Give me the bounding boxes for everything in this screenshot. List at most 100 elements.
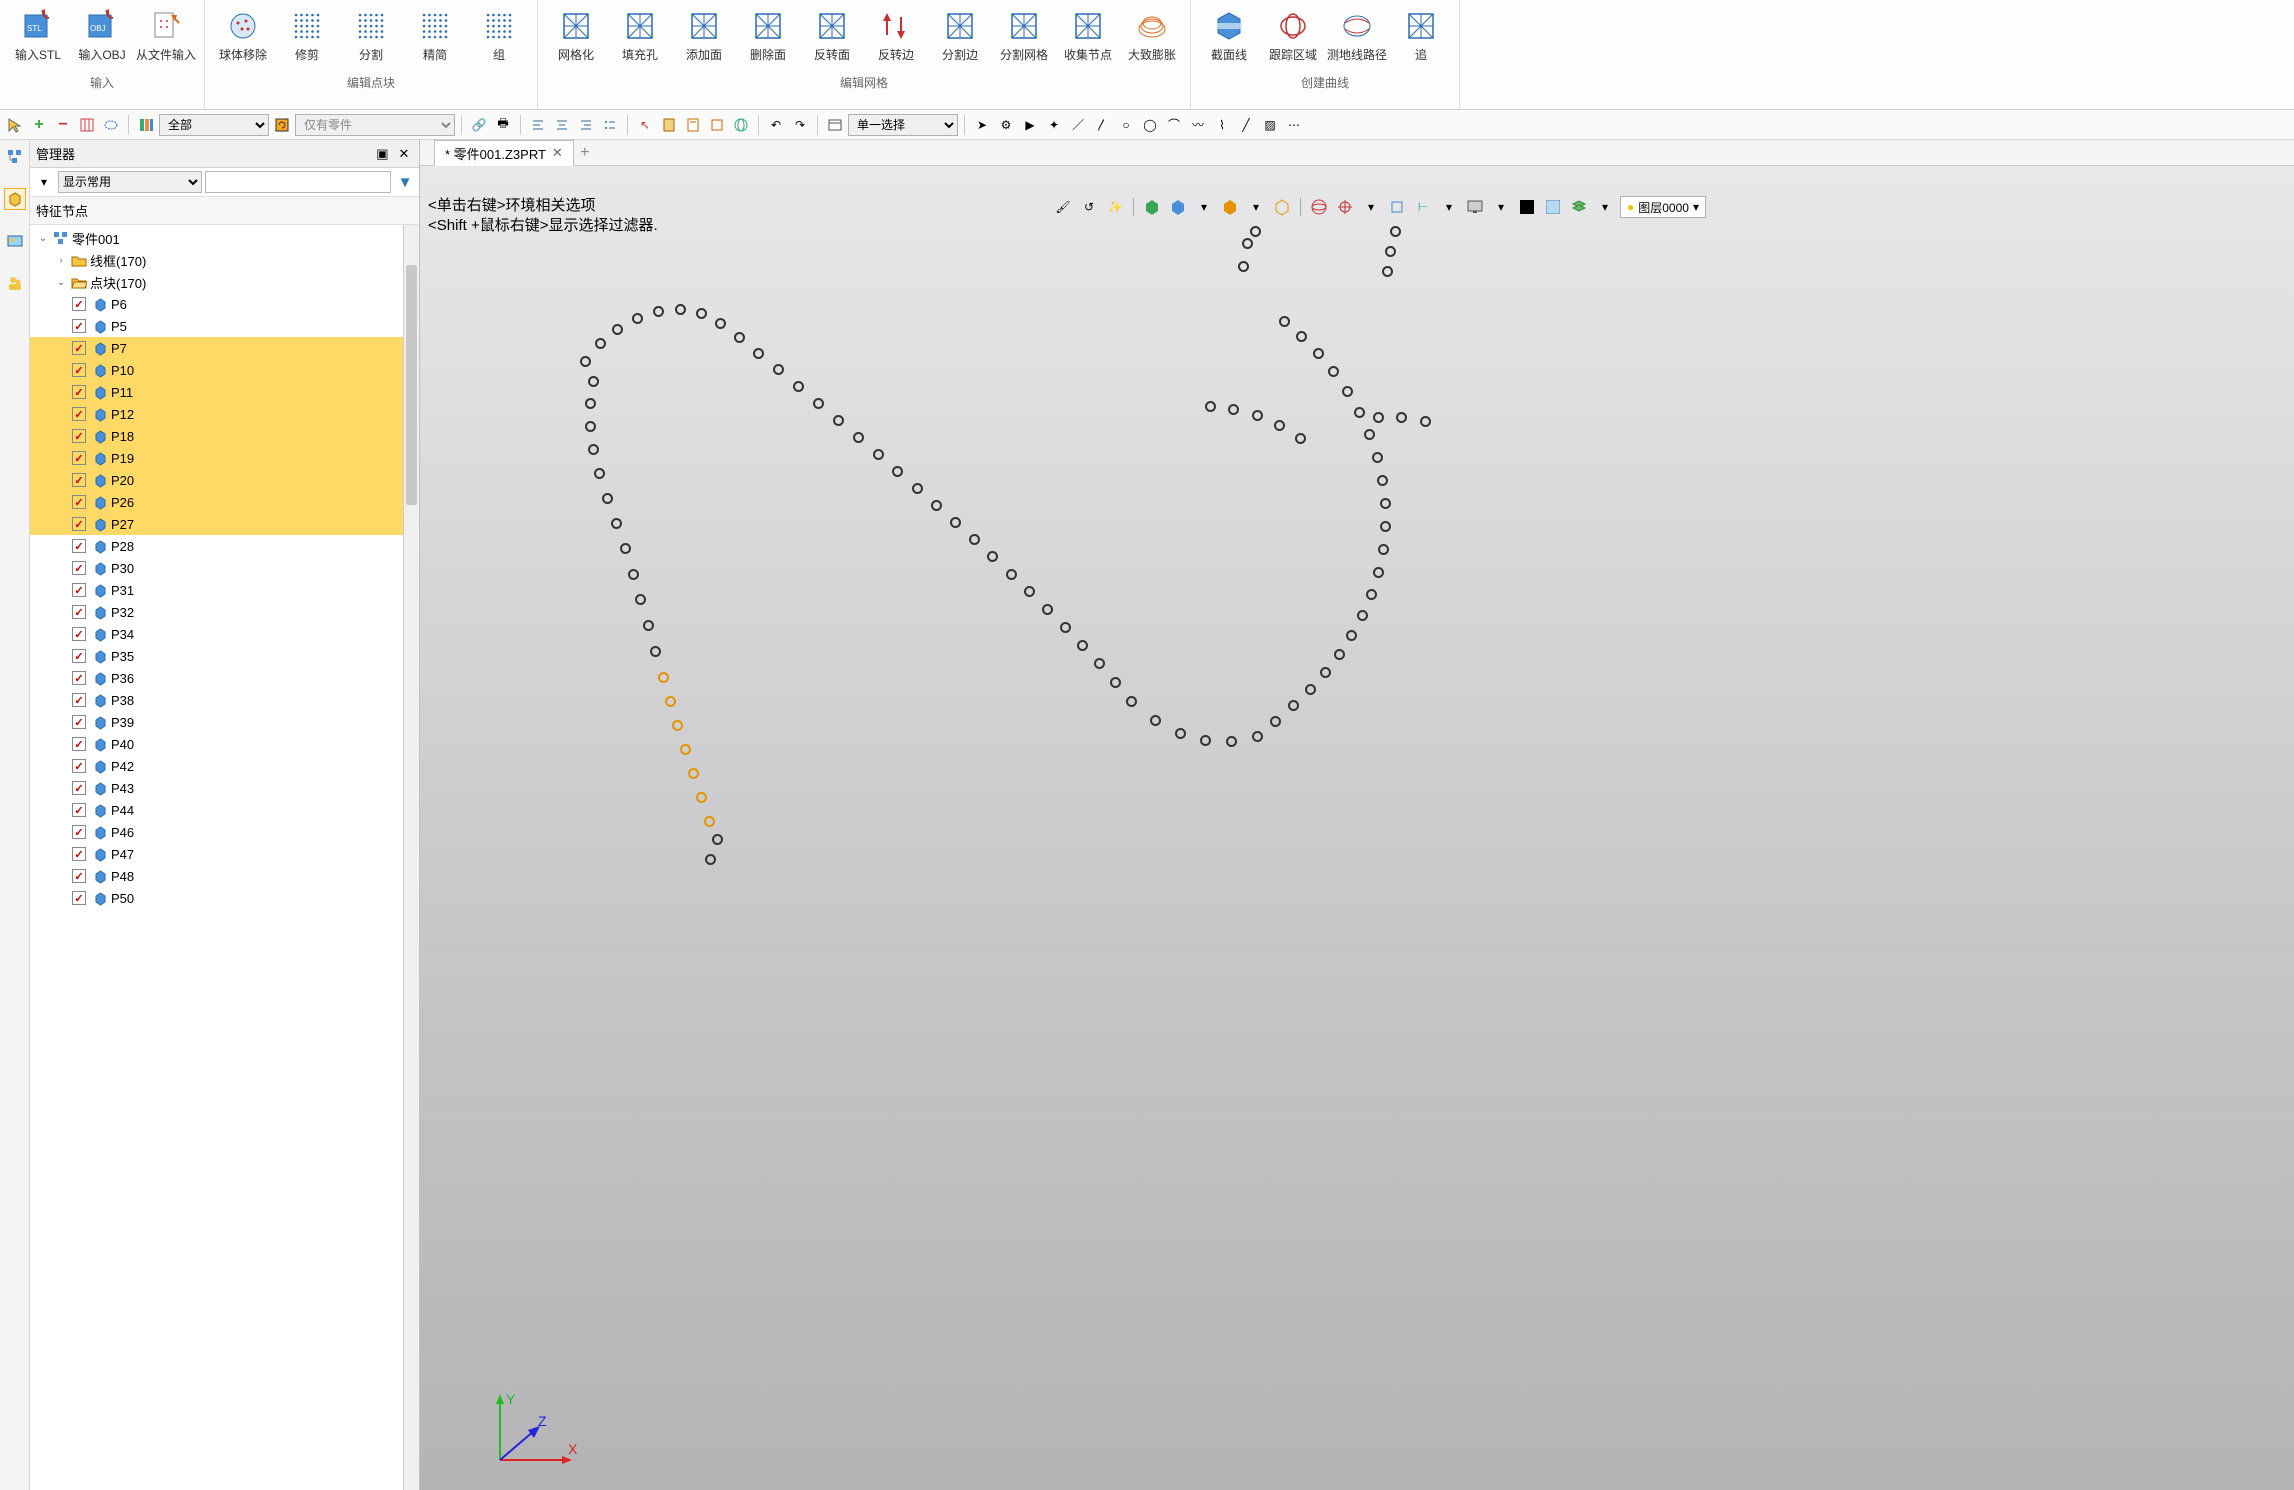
add-icon[interactable]: +	[28, 114, 50, 136]
point-marker[interactable]	[969, 534, 980, 545]
ribbon-geodesic-button[interactable]: 测地线路径	[1325, 4, 1389, 66]
tree-row[interactable]: ✓P20	[30, 469, 419, 491]
point-marker[interactable]	[813, 398, 824, 409]
monitor-icon[interactable]	[1464, 196, 1486, 218]
point-marker[interactable]	[1006, 569, 1017, 580]
play-icon[interactable]: ▶	[1019, 114, 1041, 136]
point-marker[interactable]	[1380, 498, 1391, 509]
polyline-icon[interactable]: 〳	[1091, 114, 1113, 136]
tree-row[interactable]: ⌄零件001	[30, 227, 419, 249]
gear-icon[interactable]: ⚙	[995, 114, 1017, 136]
hatch-icon[interactable]: ▨	[1259, 114, 1281, 136]
point-marker[interactable]	[580, 356, 591, 367]
point-marker[interactable]	[1372, 452, 1383, 463]
point-marker-selected[interactable]	[688, 768, 699, 779]
point-marker[interactable]	[753, 348, 764, 359]
ribbon-section-button[interactable]: 截面线	[1197, 4, 1261, 66]
globe-icon[interactable]	[730, 114, 752, 136]
ribbon-del-face-button[interactable]: 删除面	[736, 4, 800, 66]
point-marker[interactable]	[1250, 226, 1261, 237]
tree-row[interactable]: ✓P30	[30, 557, 419, 579]
sheet-icon[interactable]	[682, 114, 704, 136]
ribbon-stl-button[interactable]: STL输入STL	[6, 4, 70, 66]
tree-row[interactable]: ✓P26	[30, 491, 419, 513]
pick-mode-combo[interactable]: 单一选择	[848, 114, 958, 136]
redo-icon[interactable]: ↷	[789, 114, 811, 136]
point-marker[interactable]	[1373, 412, 1384, 423]
checkbox-icon[interactable]: ✓	[72, 693, 86, 707]
ribbon-file-import-button[interactable]: 从文件输入	[134, 4, 198, 66]
point-marker-selected[interactable]	[672, 720, 683, 731]
wire-cube-icon[interactable]	[1271, 196, 1293, 218]
tree-row[interactable]: ✓P5	[30, 315, 419, 337]
cube-tab-icon[interactable]	[4, 188, 26, 210]
point-marker[interactable]	[1288, 700, 1299, 711]
ruler-icon[interactable]: ⊢	[1412, 196, 1434, 218]
checkbox-icon[interactable]: ✓	[72, 561, 86, 575]
tree-row[interactable]: ✓P32	[30, 601, 419, 623]
restore-icon[interactable]: ▣	[373, 146, 391, 162]
tree-row[interactable]: ✓P35	[30, 645, 419, 667]
wand-icon[interactable]: ✨	[1104, 196, 1126, 218]
point-marker[interactable]	[1175, 728, 1186, 739]
brush-icon[interactable]: 🖌	[1052, 196, 1074, 218]
checkbox-icon[interactable]: ✓	[72, 473, 86, 487]
point-marker[interactable]	[873, 449, 884, 460]
point-marker-selected[interactable]	[696, 792, 707, 803]
point-marker[interactable]	[1364, 429, 1375, 440]
point-marker[interactable]	[1205, 401, 1216, 412]
ribbon-group-button[interactable]: 组	[467, 4, 531, 66]
point-marker-selected[interactable]	[658, 672, 669, 683]
circle-icon[interactable]: ○	[1115, 114, 1137, 136]
box-icon[interactable]	[706, 114, 728, 136]
arrow-icon[interactable]: ↖	[634, 114, 656, 136]
collapse-icon[interactable]: ⌄	[54, 277, 68, 288]
ribbon-fill-hole-button[interactable]: 填充孔	[608, 4, 672, 66]
lasso-icon[interactable]	[100, 114, 122, 136]
point-marker[interactable]	[1305, 684, 1316, 695]
point-marker[interactable]	[1094, 658, 1105, 669]
image-tab-icon[interactable]	[4, 230, 26, 252]
tree-row[interactable]: ✓P12	[30, 403, 419, 425]
ribbon-collect-node-button[interactable]: 收集节点	[1056, 4, 1120, 66]
checkbox-icon[interactable]: ✓	[72, 803, 86, 817]
target-icon[interactable]	[1334, 196, 1356, 218]
point-marker[interactable]	[1200, 735, 1211, 746]
tree-row[interactable]: ⌄点块(170)	[30, 271, 419, 293]
point-marker[interactable]	[715, 318, 726, 329]
point-marker[interactable]	[1279, 316, 1290, 327]
expand-icon[interactable]: ›	[54, 255, 68, 266]
point-marker[interactable]	[853, 432, 864, 443]
tree-row[interactable]: ✓P50	[30, 887, 419, 909]
checkbox-icon[interactable]: ✓	[72, 671, 86, 685]
point-marker[interactable]	[1042, 604, 1053, 615]
layers-icon[interactable]	[1568, 196, 1590, 218]
ribbon-flip-face-button[interactable]: 反转面	[800, 4, 864, 66]
point-marker[interactable]	[1334, 649, 1345, 660]
point-marker[interactable]	[1313, 348, 1324, 359]
checkbox-icon[interactable]: ✓	[72, 759, 86, 773]
point-marker[interactable]	[1126, 696, 1137, 707]
tree-tab-icon[interactable]	[4, 146, 26, 168]
point-marker[interactable]	[1252, 410, 1263, 421]
checkbox-icon[interactable]: ✓	[72, 847, 86, 861]
checkbox-icon[interactable]: ✓	[72, 407, 86, 421]
point-marker[interactable]	[612, 324, 623, 335]
cube-orange-icon[interactable]	[1219, 196, 1241, 218]
point-marker[interactable]	[1077, 640, 1088, 651]
feature-tree[interactable]: ⌄零件001›线框(170)⌄点块(170)✓P6✓P5✓P7✓P10✓P11✓…	[30, 225, 419, 1490]
checkbox-icon[interactable]: ✓	[72, 627, 86, 641]
point-marker[interactable]	[1242, 238, 1253, 249]
chevron-down-icon[interactable]: ▾	[1594, 196, 1616, 218]
point-marker[interactable]	[1110, 677, 1121, 688]
checkbox-icon[interactable]: ✓	[72, 781, 86, 795]
tree-row[interactable]: ✓P7	[30, 337, 419, 359]
close-panel-icon[interactable]: ✕	[395, 146, 413, 162]
display-mode-combo[interactable]: 显示常用	[58, 171, 202, 193]
point-marker[interactable]	[628, 569, 639, 580]
point-marker-selected[interactable]	[665, 696, 676, 707]
tree-row[interactable]: ✓P38	[30, 689, 419, 711]
point-marker-selected[interactable]	[704, 816, 715, 827]
point-marker[interactable]	[594, 468, 605, 479]
chevron-down-icon[interactable]: ▾	[1438, 196, 1460, 218]
